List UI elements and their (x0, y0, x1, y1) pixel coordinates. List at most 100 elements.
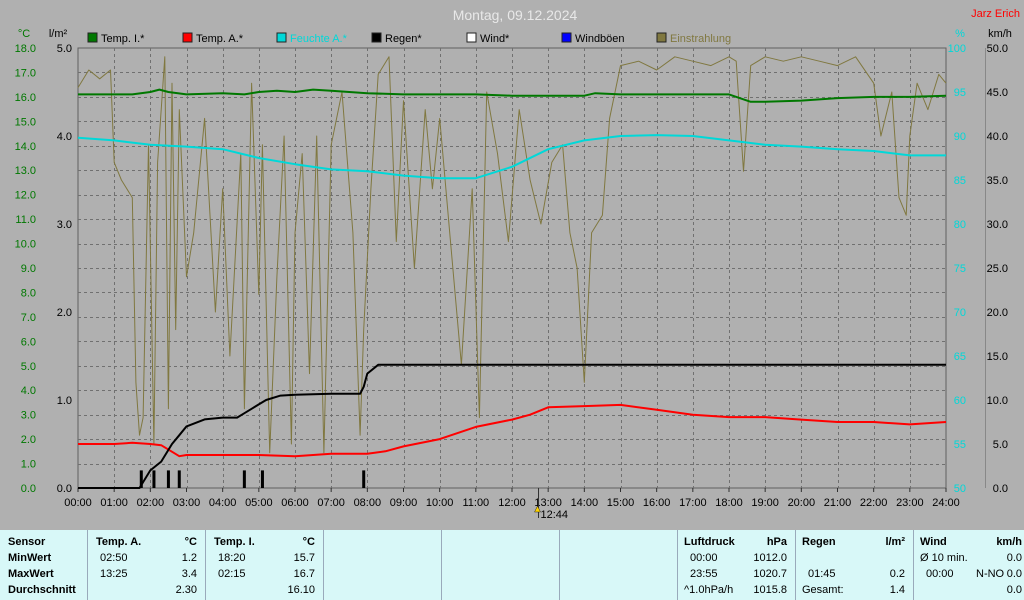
x-tick-label: 10:00 (426, 497, 454, 509)
x-tick-label: 08:00 (354, 497, 382, 509)
legend-swatch (656, 32, 667, 43)
humidity-tick-label: 90 (954, 131, 966, 143)
temp-outside-unit: °C (184, 536, 197, 548)
temp-tick-label: 11.0 (15, 214, 36, 226)
x-tick-label: 21:00 (824, 497, 852, 509)
rain-tick-label: 0.0 (57, 483, 72, 495)
legend-label: Regen* (385, 33, 422, 45)
temp-tick-label: 10.0 (15, 239, 36, 251)
pressure-trend: ^1.0hPa/h (684, 584, 734, 596)
humidity-tick-label: 70 (954, 307, 966, 319)
x-tick-label: 14:00 (571, 497, 599, 509)
legend: Temp. I.* Temp. A.* Feuchte A.* Regen* Wind*… (87, 32, 731, 45)
temp-outside-min-value: 1.2 (181, 552, 197, 564)
pressure-max-time: 23:55 (690, 568, 718, 580)
rain-tick-label: 1.0 (57, 395, 72, 407)
wind-tick-label: 5.0 (993, 439, 1008, 451)
rain-bar (139, 470, 143, 488)
temp-inside-header: Temp. I. (214, 536, 255, 548)
temp-outside-column: Temp. A. °C 02:50 1.2 13:25 3.4 2.30 (88, 530, 206, 600)
x-tick-label: 09:00 (390, 497, 418, 509)
cursor-time-label: 12:44 (541, 509, 569, 521)
x-tick-label: 22:00 (860, 497, 888, 509)
x-tick-label: 20:00 (788, 497, 816, 509)
rain-bar (260, 470, 264, 488)
rain-unit: l/m² (885, 536, 905, 548)
legend-label: Feuchte A.* (290, 33, 348, 45)
wind-tick-label: 35.0 (987, 175, 1008, 187)
series-line (78, 403, 947, 458)
legend-label: Temp. A.* (196, 33, 244, 45)
temp-tick-label: 4.0 (21, 385, 36, 397)
legend-swatch (276, 32, 287, 43)
temp-tick-label: 18.0 (15, 43, 36, 55)
x-tick-label: 04:00 (209, 497, 237, 509)
temp-tick-label: 1.0 (21, 459, 36, 471)
wind-avg-value: 0.0 (1006, 552, 1022, 564)
x-tick-label: 01:00 (100, 497, 128, 509)
humidity-tick-label: 65 (954, 351, 966, 363)
temp-inside-column: Temp. I. °C 18:20 15.7 02:15 16.7 16.10 (206, 530, 324, 600)
humidity-tick-label: 95 (954, 87, 966, 99)
x-tick-label: 03:00 (173, 497, 201, 509)
legend-label: Temp. I.* (101, 33, 145, 45)
rain-tick-label: 4.0 (57, 131, 72, 143)
rain-bar (362, 470, 366, 488)
wind-tick-label: 50.0 (987, 43, 1008, 55)
temp-outside-avg-value: 2.30 (175, 584, 197, 596)
sensor-header: Sensor (8, 536, 46, 548)
pressure-unit: hPa (766, 536, 787, 548)
temp-tick-label: 14.0 (15, 141, 36, 153)
weather-chart: Montag, 09.12.2024 Jarz Erich °C l/m² % … (15, 7, 1020, 521)
pressure-header: Luftdruck (684, 536, 735, 548)
wind-tick-label: 15.0 (987, 351, 1008, 363)
temp-inside-max-value: 16.7 (293, 568, 315, 580)
x-tick-label: 02:00 (137, 497, 165, 509)
humidity-tick-label: 50 (954, 483, 966, 495)
humidity-tick-label: 80 (954, 219, 966, 231)
wind-tick-label: 20.0 (987, 307, 1008, 319)
wind-tick-label: 40.0 (987, 131, 1008, 143)
temp-tick-label: 8.0 (21, 287, 36, 299)
legend-label: Windböen (575, 33, 625, 45)
temp-tick-label: 17.0 (15, 67, 36, 79)
rain-column: Regen l/m² 01:45 0.2 Gesamt: 1.4 (796, 530, 914, 600)
wind-unit: km/h (996, 536, 1022, 548)
pressure-avg-value: 1015.8 (753, 584, 787, 596)
rain-bar (152, 470, 156, 488)
grid (77, 47, 947, 489)
rain-total-value: 1.4 (889, 584, 905, 596)
wind-tick-label: 0.0 (993, 483, 1008, 495)
avg-label: Durchschnitt (8, 584, 76, 596)
humidity-unit-label: % (955, 28, 965, 40)
temp-outside-header: Temp. A. (96, 536, 142, 548)
rain-bar (166, 470, 170, 488)
humidity-tick-label: 55 (954, 439, 966, 451)
temp-outside-max-time: 13:25 (100, 568, 128, 580)
rain-max-time: 01:45 (808, 568, 836, 580)
temp-inside-min-time: 18:20 (218, 552, 246, 564)
wind-header: Wind (920, 536, 947, 548)
legend-swatch (561, 32, 572, 43)
temp-tick-label: 9.0 (21, 263, 36, 275)
temp-tick-label: 3.0 (21, 410, 36, 422)
rain-max-value: 0.2 (889, 568, 905, 580)
legend-swatch (87, 32, 98, 43)
temp-tick-label: 15.0 (15, 116, 36, 128)
legend-swatch (371, 32, 382, 43)
wind-tick-label: 30.0 (987, 219, 1008, 231)
legend-label: Einstrahlung (670, 33, 731, 45)
temp-inside-max-time: 02:15 (218, 568, 246, 580)
wind-max-time: 00:00 (926, 568, 954, 580)
empty-column-2 (442, 530, 560, 600)
temp-inside-unit: °C (302, 536, 315, 548)
rain-header: Regen (802, 536, 836, 548)
x-tick-label: 19:00 (751, 497, 779, 509)
wind-tick-label: 25.0 (987, 263, 1008, 275)
temp-outside-min-time: 02:50 (100, 552, 128, 564)
wind-tick-label: 45.0 (987, 87, 1008, 99)
rain-tick-label: 2.0 (57, 307, 72, 319)
x-tick-label: 15:00 (607, 497, 635, 509)
wind-tick-label: 10.0 (987, 395, 1008, 407)
x-tick-label: 23:00 (896, 497, 924, 509)
